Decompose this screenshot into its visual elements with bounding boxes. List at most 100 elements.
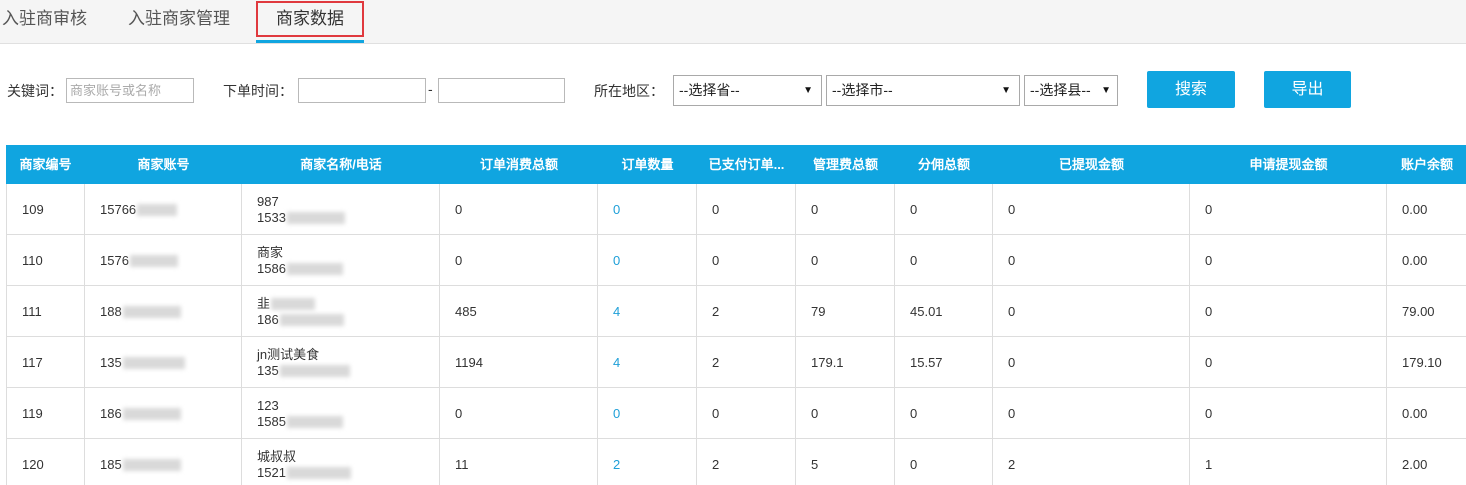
table-header: 商家编号 商家账号 商家名称/电话 订单消费总额 订单数量 已支付订单... 管… bbox=[6, 145, 1466, 184]
management-fee: 0 bbox=[796, 388, 895, 439]
merchant-name: 城叔叔 bbox=[257, 448, 297, 464]
merchant-id: 119 bbox=[6, 388, 85, 439]
account-balance: 0.00 bbox=[1402, 202, 1428, 217]
order-count-link[interactable]: 0 bbox=[613, 406, 620, 421]
order-count: 0 bbox=[598, 184, 697, 235]
column-header: 商家名称/电话 bbox=[300, 157, 382, 172]
order-count-link[interactable]: 4 bbox=[613, 355, 620, 370]
redaction-blur bbox=[279, 365, 350, 378]
filter-bar: 关键词： 下单时间： - 所在地区： --选择省-- ▼ --选择市-- ▼ -… bbox=[0, 70, 1466, 110]
redaction-blur bbox=[279, 314, 344, 327]
merchant-account: 1576 bbox=[85, 235, 242, 286]
redaction-blur bbox=[286, 263, 343, 276]
keyword-input[interactable] bbox=[66, 78, 194, 103]
merchant-account-text: 135 bbox=[100, 355, 122, 370]
commission-total: 0 bbox=[895, 184, 993, 235]
redaction-blur bbox=[286, 467, 351, 480]
merchant-name-phone: 商家 1586 bbox=[242, 235, 440, 286]
merchant-id: 120 bbox=[6, 439, 85, 485]
applied-withdraw-amount: 0 bbox=[1190, 235, 1387, 286]
withdrawn-amount: 0 bbox=[993, 337, 1190, 388]
order-time-label: 下单时间： bbox=[223, 83, 293, 99]
order-count: 0 bbox=[598, 388, 697, 439]
redaction-blur bbox=[122, 356, 185, 369]
city-select-value: --选择市-- bbox=[832, 82, 893, 98]
merchant-name-phone: 城叔叔 1521 bbox=[242, 439, 440, 485]
column-header: 已支付订单... bbox=[708, 157, 785, 172]
merchant-name: 韭 bbox=[257, 295, 271, 311]
redaction-blur bbox=[129, 254, 178, 267]
paid-orders: 2 bbox=[697, 337, 796, 388]
province-select[interactable]: --选择省-- ▼ bbox=[673, 75, 822, 106]
merchant-phone: 135 bbox=[257, 362, 279, 378]
export-button[interactable]: 导出 bbox=[1264, 71, 1351, 108]
active-tab-indicator bbox=[256, 40, 364, 43]
order-total: 1194 bbox=[440, 337, 598, 388]
order-count-link[interactable]: 2 bbox=[613, 457, 620, 472]
commission-total: 0 bbox=[895, 439, 993, 485]
merchant-name-phone: 987 1533 bbox=[242, 184, 440, 235]
merchant-name-phone: 韭 186 bbox=[242, 286, 440, 337]
tab-bar: 入驻商审核 入驻商家管理 商家数据 bbox=[0, 0, 1466, 44]
order-count-link[interactable]: 0 bbox=[613, 202, 620, 217]
withdrawn-amount: 2 bbox=[993, 439, 1190, 485]
account-balance: 0.00 bbox=[1402, 253, 1428, 268]
order-count: 4 bbox=[598, 337, 697, 388]
tab-merchant-data[interactable]: 商家数据 bbox=[256, 1, 364, 37]
merchant-account-text: 186 bbox=[100, 406, 122, 421]
merchant-phone: 1533 bbox=[257, 209, 286, 225]
table-row: 120 185 城叔叔 1521 11 2 2 5 0 2 1 2.00 bbox=[6, 439, 1466, 485]
commission-total: 45.01 bbox=[895, 286, 993, 337]
tab-merchant-review[interactable]: 入驻商审核 bbox=[2, 0, 87, 38]
end-date-input[interactable] bbox=[438, 78, 565, 103]
county-select-value: --选择县-- bbox=[1030, 82, 1091, 98]
column-header: 订单数量 bbox=[621, 157, 674, 172]
merchant-name: 987 bbox=[257, 193, 279, 209]
redaction-blur bbox=[122, 458, 181, 471]
province-select-value: --选择省-- bbox=[679, 82, 740, 98]
table-row: 111 188 韭 186 485 4 2 79 45.01 0 0 79.00 bbox=[6, 286, 1466, 337]
merchant-account: 185 bbox=[85, 439, 242, 485]
column-header: 管理费总额 bbox=[812, 157, 878, 172]
region-label: 所在地区： bbox=[594, 83, 664, 99]
merchant-account: 135 bbox=[85, 337, 242, 388]
merchant-account: 15766 bbox=[85, 184, 242, 235]
start-date-input[interactable] bbox=[298, 78, 426, 103]
chevron-down-icon: ▼ bbox=[803, 85, 813, 96]
redaction-blur bbox=[286, 212, 345, 225]
paid-orders: 0 bbox=[697, 184, 796, 235]
table-row: 117 135 jn测试美食 135 1194 4 2 179.1 15.57 … bbox=[6, 337, 1466, 388]
account-balance: 79.00 bbox=[1402, 304, 1435, 319]
redaction-blur bbox=[271, 298, 316, 311]
applied-withdraw-amount: 0 bbox=[1190, 337, 1387, 388]
chevron-down-icon: ▼ bbox=[1101, 85, 1111, 96]
column-header: 账户余额 bbox=[1401, 157, 1454, 172]
merchant-phone: 1586 bbox=[257, 260, 286, 276]
order-total: 485 bbox=[440, 286, 598, 337]
table-row: 109 15766 987 1533 0 0 0 0 0 0 0 0.00 bbox=[6, 184, 1466, 235]
merchant-name: 123 bbox=[257, 397, 279, 413]
management-fee: 79 bbox=[796, 286, 895, 337]
city-select[interactable]: --选择市-- ▼ bbox=[826, 75, 1020, 106]
management-fee: 5 bbox=[796, 439, 895, 485]
order-total: 11 bbox=[440, 439, 598, 485]
table-row: 119 186 123 1585 0 0 0 0 0 0 0 0.00 bbox=[6, 388, 1466, 439]
merchant-id: 117 bbox=[6, 337, 85, 388]
withdrawn-amount: 0 bbox=[993, 184, 1190, 235]
county-select[interactable]: --选择县-- ▼ bbox=[1024, 75, 1118, 106]
merchant-name-phone: jn测试美食 135 bbox=[242, 337, 440, 388]
order-count-link[interactable]: 4 bbox=[613, 304, 620, 319]
order-count: 4 bbox=[598, 286, 697, 337]
order-count-link[interactable]: 0 bbox=[613, 253, 620, 268]
order-total: 0 bbox=[440, 184, 598, 235]
management-fee: 179.1 bbox=[796, 337, 895, 388]
paid-orders: 0 bbox=[697, 388, 796, 439]
tab-merchant-management[interactable]: 入驻商家管理 bbox=[128, 0, 230, 38]
column-header: 商家编号 bbox=[19, 157, 72, 172]
paid-orders: 0 bbox=[697, 235, 796, 286]
management-fee: 0 bbox=[796, 235, 895, 286]
applied-withdraw-amount: 0 bbox=[1190, 388, 1387, 439]
merchant-account-text: 1576 bbox=[100, 253, 129, 268]
merchant-phone: 1521 bbox=[257, 464, 286, 480]
search-button[interactable]: 搜索 bbox=[1147, 71, 1235, 108]
